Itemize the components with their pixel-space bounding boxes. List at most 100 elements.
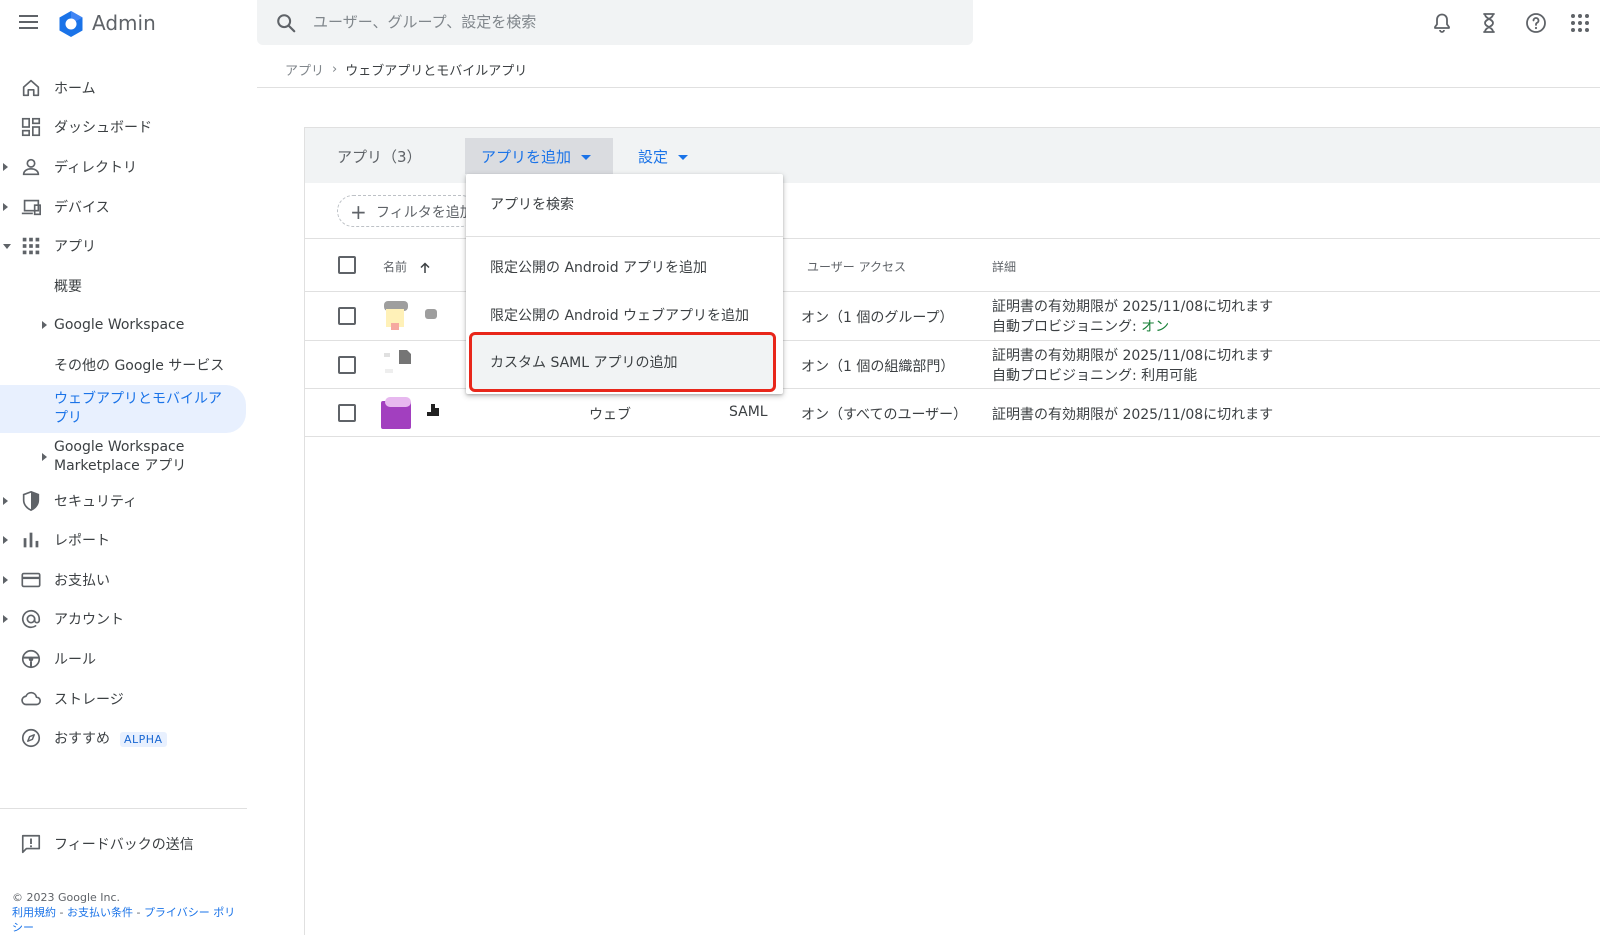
sidebar-item-web-mobile-apps[interactable]: ウェブアプリとモバイルアプリ [0,384,246,433]
notifications-bell-icon[interactable] [1430,11,1454,35]
menu-item-add-private-android-web-app[interactable]: 限定公開の Android ウェブアプリを追加 [466,305,783,325]
settings-menu-button[interactable]: 設定 [638,146,689,167]
add-app-dropdown-menu: アプリを検索 限定公開の Android アプリを追加 限定公開の Androi… [466,174,783,394]
feedback-label: フィードバックの送信 [54,837,194,853]
breadcrumb-apps-link[interactable]: アプリ [285,60,324,79]
search-icon[interactable] [275,12,297,34]
add-app-label: アプリを追加 [481,148,572,166]
menu-icon[interactable] [18,12,40,34]
expand-arrow-icon[interactable] [3,162,8,171]
row-checkbox[interactable] [338,404,356,422]
sidebar-item-google-workspace[interactable]: Google Workspace [0,306,246,346]
rules-steering-icon [21,649,41,668]
compass-icon [21,729,41,748]
marketplace-label-line1: Google Workspace [54,438,185,455]
add-filter-label: フィルタを追加 [376,205,474,221]
home-icon [22,79,40,96]
app-type-cell: ウェブ [589,407,631,423]
payment-terms-link[interactable]: お支払い条件 [67,906,133,919]
menu-item-add-custom-saml-app[interactable]: カスタム SAML アプリの追加 [466,352,783,372]
plus-icon: + [350,200,367,224]
column-header-name[interactable]: 名前 [383,258,431,275]
user-access-cell: オン（すべてのユーザー） [801,407,968,423]
sidebar-item-dashboard[interactable]: ダッシュボード [0,108,246,148]
sidebar-item-other-google-services[interactable]: その他の Google サービス [0,345,246,385]
send-feedback-button[interactable]: フィードバックの送信 [20,833,194,855]
sidebar-item-account[interactable]: アカウント [0,600,246,640]
sidebar: ホーム ダッシュボード ディレクトリ デバイス アプリ 概要 Google Wo… [0,68,246,758]
sidebar-item-label: ウェブアプリとモバイルアプリ [54,390,222,426]
hourglass-tasks-icon[interactable] [1477,11,1501,35]
expand-arrow-icon[interactable] [3,202,8,211]
footer-dash: - [56,906,67,919]
column-header-details[interactable]: 詳細 [992,258,1016,275]
name-header-label: 名前 [383,260,408,274]
sidebar-item-storage[interactable]: ストレージ [0,679,246,719]
sidebar-item-label: ストレージ [54,691,124,708]
select-all-checkbox[interactable] [338,256,356,274]
details-cell: 証明書の有効期限が 2025/11/08に切れます 自動プロビジョニング: 利用可… [992,346,1273,386]
admin-logo-icon [59,11,83,37]
sidebar-item-label: セキュリティ [54,493,138,510]
add-app-button[interactable]: アプリを追加 [465,138,613,174]
details-cell: 証明書の有効期限が 2025/11/08に切れます 自動プロビジョニング: オン [992,297,1273,337]
sidebar-item-label: アカウント [54,612,124,629]
sidebar-item-label: ホーム [54,80,96,97]
provisioning-status: オン [1141,319,1170,335]
sidebar-item-label: ルール [54,651,96,668]
column-header-user-access[interactable]: ユーザー アクセス [807,258,906,275]
apps-count-title: アプリ（3） [337,148,422,166]
user-access-cell: オン（1 個のグループ） [801,310,954,326]
caret-down-icon [678,155,689,160]
sidebar-item-devices[interactable]: デバイス [0,187,246,227]
header-divider [257,87,1600,88]
sidebar-item-home[interactable]: ホーム [0,68,246,108]
collapse-arrow-icon[interactable] [3,243,11,249]
copyright-text: © 2023 Google Inc. [12,891,121,904]
app-name-redacted [425,309,437,319]
sidebar-item-recommendations[interactable]: おすすめ ALPHA [0,718,246,758]
sidebar-item-reports[interactable]: レポート [0,520,246,560]
terms-link[interactable]: 利用規約 [12,906,56,919]
sidebar-item-directory[interactable]: ディレクトリ [0,147,246,187]
expand-arrow-icon[interactable] [42,321,47,330]
app-icon-redacted [399,350,411,364]
settings-label: 設定 [638,148,669,166]
sidebar-item-overview[interactable]: 概要 [0,266,246,306]
footer-dash: - [132,906,144,919]
expand-arrow-icon[interactable] [3,615,8,624]
expand-arrow-icon[interactable] [3,496,8,505]
sidebar-item-rules[interactable]: ルール [0,639,246,679]
shield-icon [22,490,40,511]
provisioning-status: 利用可能 [1141,368,1198,384]
help-icon[interactable] [1524,11,1548,35]
expand-arrow-icon[interactable] [3,575,8,584]
sidebar-item-security[interactable]: セキュリティ [0,481,246,521]
apps-grid-icon [22,237,40,255]
sidebar-item-label: Google Workspace [54,317,185,334]
row-checkbox[interactable] [338,356,356,374]
row-checkbox[interactable] [338,307,356,325]
devices-icon [21,199,41,215]
sidebar-item-billing[interactable]: お支払い [0,560,246,600]
apps-grid-icon[interactable] [1568,11,1592,35]
search-input[interactable] [313,8,933,36]
menu-item-add-private-android-app[interactable]: 限定公開の Android アプリを追加 [466,257,783,277]
cloud-icon [21,691,41,705]
sidebar-item-label: その他の Google サービス [54,357,225,374]
auth-type-cell: SAML [729,404,768,420]
table-row[interactable]: ウェブ SAML オン（すべてのユーザー） 証明書の有効期限が 2025/11/… [305,389,1600,437]
app-thumbnail-icon [384,301,408,330]
sidebar-item-label: お支払い [54,572,110,589]
provisioning-label: 自動プロビジョニング: [992,368,1142,384]
cert-expiry-text: 証明書の有効期限が 2025/11/08に切れます [992,407,1274,423]
expand-arrow-icon[interactable] [3,536,8,545]
menu-item-search-apps[interactable]: アプリを検索 [466,194,783,214]
alpha-badge: ALPHA [120,732,167,748]
sidebar-item-apps[interactable]: アプリ [0,226,246,266]
sidebar-item-marketplace-apps[interactable]: Google Workspace Marketplace アプリ [0,433,246,481]
expand-arrow-icon[interactable] [42,452,47,461]
sidebar-item-label: ディレクトリ [54,159,138,176]
add-filter-chip[interactable]: + フィルタを追加 [337,195,477,227]
sidebar-item-label: デバイス [54,199,110,216]
